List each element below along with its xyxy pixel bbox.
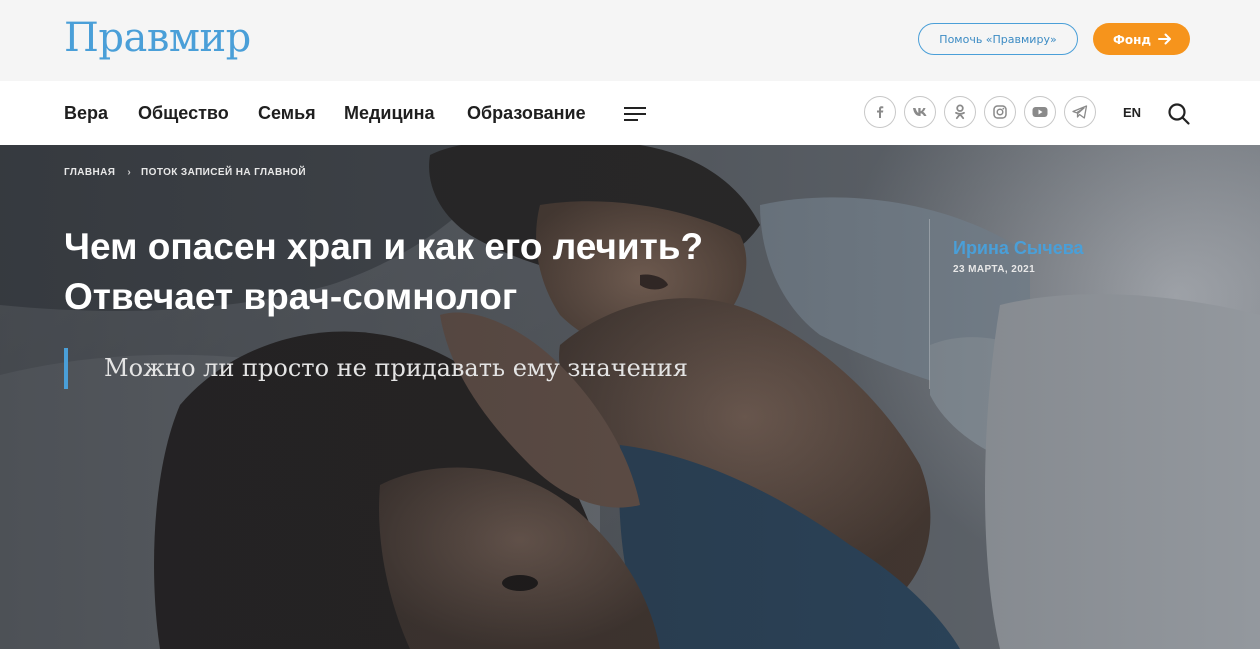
publish-date: 23 МАРТА, 2021	[953, 264, 1036, 275]
article-hero: ГЛАВНАЯ › ПОТОК ЗАПИСЕЙ НА ГЛАВНОЙ Чем опа…	[0, 145, 1260, 649]
help-pravmir-button[interactable]: Помочь «Правмиру»	[918, 23, 1078, 55]
search-icon[interactable]	[1167, 102, 1191, 126]
breadcrumb-home[interactable]: ГЛАВНАЯ	[64, 167, 115, 178]
nav-item-vera[interactable]: Вера	[64, 102, 108, 124]
fund-button[interactable]: Фонд	[1093, 23, 1190, 55]
facebook-icon[interactable]	[864, 96, 896, 128]
odnoklassniki-icon[interactable]	[944, 96, 976, 128]
telegram-icon[interactable]	[1064, 96, 1096, 128]
vk-icon[interactable]	[904, 96, 936, 128]
article-title: Чем опасен храп и как его лечить? Отвеча…	[64, 226, 704, 317]
youtube-icon[interactable]	[1024, 96, 1056, 128]
nav-item-medicine[interactable]: Медицина	[344, 102, 435, 124]
language-switch[interactable]: EN	[1123, 105, 1141, 120]
nav-item-family[interactable]: Семья	[258, 102, 316, 124]
author-divider	[929, 219, 930, 389]
lead-accent-bar	[64, 348, 68, 389]
top-bar: Правмир Помочь «Правмиру» Фонд	[0, 0, 1260, 81]
breadcrumb: ГЛАВНАЯ › ПОТОК ЗАПИСЕЙ НА ГЛАВНОЙ	[64, 167, 306, 178]
article-lead: Можно ли просто не придавать ему значени…	[104, 354, 688, 382]
breadcrumb-separator: ›	[127, 167, 132, 178]
author-link[interactable]: Ирина Сычева	[953, 237, 1084, 259]
menu-icon[interactable]	[624, 105, 646, 121]
fund-button-label: Фонд	[1113, 33, 1152, 47]
hero-overlay	[0, 145, 1260, 649]
nav-item-education[interactable]: Образование	[467, 102, 586, 124]
main-nav: Вера Общество Семья Медицина Образование…	[0, 81, 1260, 145]
site-logo[interactable]: Правмир	[64, 10, 251, 66]
arrow-right-icon	[1158, 33, 1171, 45]
nav-item-society[interactable]: Общество	[138, 102, 229, 124]
instagram-icon[interactable]	[984, 96, 1016, 128]
breadcrumb-section[interactable]: ПОТОК ЗАПИСЕЙ НА ГЛАВНОЙ	[141, 167, 306, 178]
